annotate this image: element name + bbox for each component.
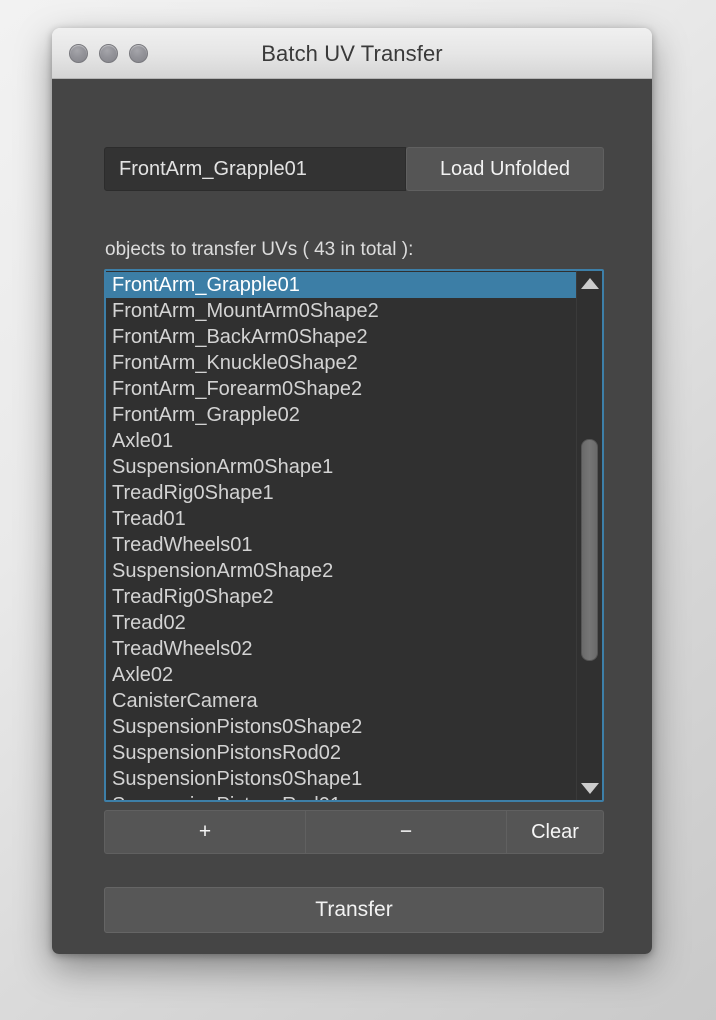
load-row: FrontArm_Grapple01 Load Unfolded xyxy=(104,147,604,191)
title-bar[interactable]: Batch UV Transfer xyxy=(52,28,652,79)
list-item[interactable]: TreadRig0Shape1 xyxy=(106,480,576,506)
list-item[interactable]: SuspensionArm0Shape2 xyxy=(106,558,576,584)
app-window: Batch UV Transfer FrontArm_Grapple01 Loa… xyxy=(52,28,652,954)
window-body: FrontArm_Grapple01 Load Unfolded objects… xyxy=(52,79,652,954)
objects-list-scrollbar[interactable] xyxy=(576,271,602,800)
list-item[interactable]: SuspensionPistons0Shape2 xyxy=(106,714,576,740)
list-item[interactable]: Tread02 xyxy=(106,610,576,636)
list-item[interactable]: SuspensionPistonsRod02 xyxy=(106,740,576,766)
list-item[interactable]: TreadWheels01 xyxy=(106,532,576,558)
transfer-button[interactable]: Transfer xyxy=(104,887,604,933)
list-item[interactable]: SuspensionPistons0Shape1 xyxy=(106,766,576,792)
list-item[interactable]: SuspensionPistonsRod01 xyxy=(106,792,576,800)
list-item[interactable]: FrontArm_BackArm0Shape2 xyxy=(106,324,576,350)
scrollbar-thumb[interactable] xyxy=(581,439,598,661)
list-item[interactable]: TreadRig0Shape2 xyxy=(106,584,576,610)
list-actions-row: + − Clear xyxy=(104,810,604,854)
list-item[interactable]: TreadWheels02 xyxy=(106,636,576,662)
list-item[interactable]: FrontArm_MountArm0Shape2 xyxy=(106,298,576,324)
objects-list-label: objects to transfer UVs ( 43 in total ): xyxy=(105,239,414,260)
list-item[interactable]: FrontArm_Grapple02 xyxy=(106,402,576,428)
objects-list[interactable]: FrontArm_Grapple01 FrontArm_MountArm0Shap… xyxy=(104,269,604,802)
list-item[interactable]: Tread01 xyxy=(106,506,576,532)
list-item[interactable]: FrontArm_Knuckle0Shape2 xyxy=(106,350,576,376)
remove-object-button[interactable]: − xyxy=(306,810,507,854)
list-item[interactable]: Axle02 xyxy=(106,662,576,688)
list-item[interactable]: Axle01 xyxy=(106,428,576,454)
objects-list-items: FrontArm_Grapple01 FrontArm_MountArm0Shap… xyxy=(106,271,576,800)
add-object-button[interactable]: + xyxy=(104,810,306,854)
list-item[interactable]: FrontArm_Grapple01 xyxy=(106,272,576,298)
list-item[interactable]: FrontArm_Forearm0Shape2 xyxy=(106,376,576,402)
list-item[interactable]: SuspensionArm0Shape1 xyxy=(106,454,576,480)
unfolded-object-input[interactable]: FrontArm_Grapple01 xyxy=(104,147,406,191)
scroll-down-arrow-icon[interactable] xyxy=(577,778,602,798)
list-item[interactable]: CanisterCamera xyxy=(106,688,576,714)
window-title: Batch UV Transfer xyxy=(261,41,443,66)
load-unfolded-button[interactable]: Load Unfolded xyxy=(406,147,604,191)
scroll-up-arrow-icon[interactable] xyxy=(577,273,602,293)
clear-list-button[interactable]: Clear xyxy=(507,810,604,854)
